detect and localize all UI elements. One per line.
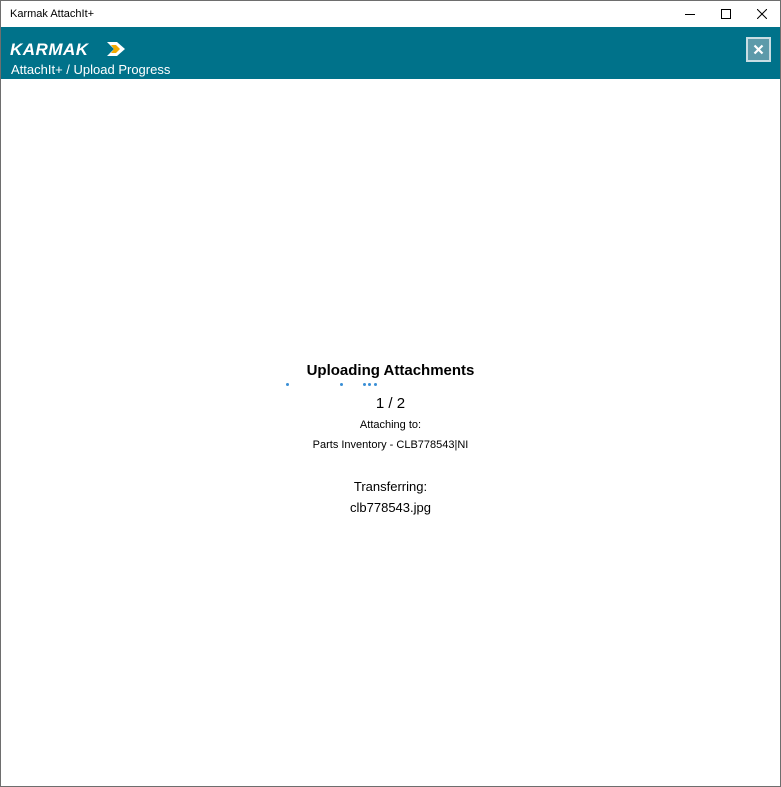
maximize-icon (721, 9, 731, 19)
minimize-button[interactable] (672, 1, 708, 27)
window-title: Karmak AttachIt+ (10, 8, 95, 20)
breadcrumb: AttachIt+ / Upload Progress (11, 62, 171, 77)
attaching-target: Parts Inventory - CLB778543|NI (312, 439, 469, 451)
attaching-label: Attaching to: (359, 419, 422, 431)
karmak-logo: KARMAK (10, 41, 125, 57)
progress-dot (374, 383, 377, 386)
progress-dot (340, 383, 343, 386)
progress-dot (368, 383, 371, 386)
close-button[interactable] (744, 1, 780, 27)
progress-indicator (1, 383, 780, 389)
maximize-button[interactable] (708, 1, 744, 27)
header-close-button[interactable] (746, 37, 771, 62)
app-window: Karmak AttachIt+ KARMAK AttachIt+ / Uplo… (0, 0, 781, 787)
progress-dot (286, 383, 289, 386)
app-header: KARMAK AttachIt+ / Upload Progress (1, 27, 780, 79)
logo-text: KARMAK (10, 41, 90, 57)
close-icon (753, 44, 764, 55)
upload-counter: 1 / 2 (375, 395, 406, 412)
transfer-file-name: clb778543.jpg (350, 500, 431, 515)
title-bar[interactable]: Karmak AttachIt+ (1, 1, 780, 27)
minimize-icon (685, 14, 695, 15)
progress-heading: Uploading Attachments (306, 362, 475, 379)
transfer-label: Transferring: (353, 479, 428, 494)
progress-dot (363, 383, 366, 386)
close-icon (757, 9, 767, 19)
